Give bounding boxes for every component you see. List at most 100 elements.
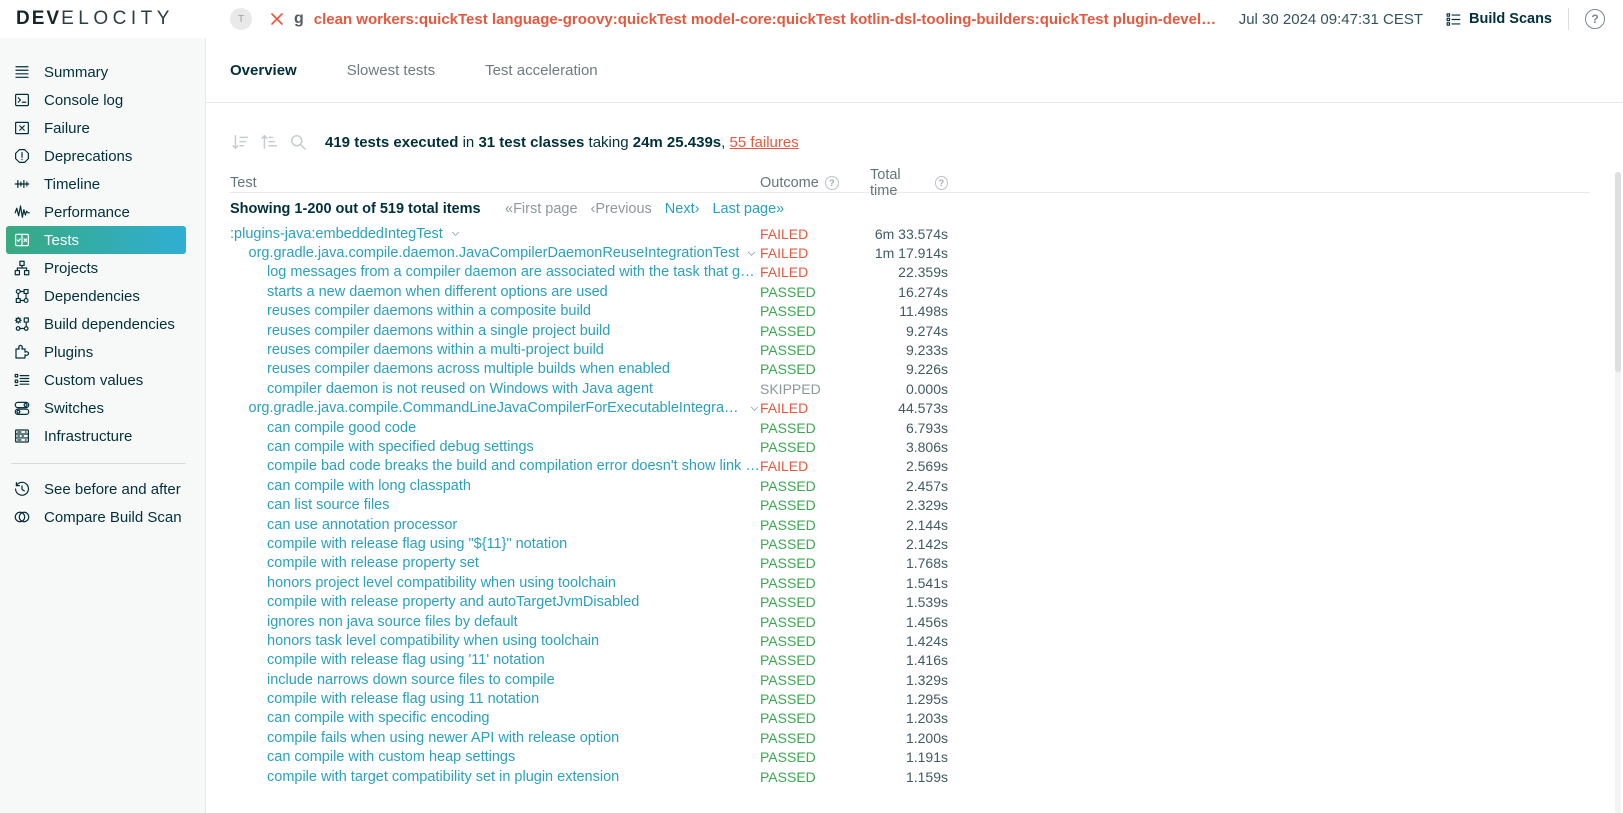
outcome-badge: PASSED (760, 769, 870, 785)
test-name-link[interactable]: can list source files (267, 497, 390, 513)
tab-overview[interactable]: Overview (230, 62, 297, 79)
sidebar-item-label: See before and after (44, 481, 181, 498)
test-name-link[interactable]: compile with target compatibility set in… (267, 769, 619, 785)
build-dependencies-icon (13, 315, 31, 333)
test-name-link[interactable]: reuses compiler daemons within a single … (267, 323, 610, 339)
test-name-link[interactable]: log messages from a compiler daemon are … (267, 264, 760, 280)
custom-values-icon (13, 371, 31, 389)
test-name-link[interactable]: reuses compiler daemons within a multi-p… (267, 342, 604, 358)
table-row: compile with release flag using 11 notat… (230, 689, 1590, 708)
test-name-link[interactable]: org.gradle.java.compile.CommandLineJavaC… (249, 400, 743, 416)
sidebar-item-plugins[interactable]: Plugins (0, 338, 186, 366)
total-time-value: 9.274s (870, 323, 948, 339)
total-time-value: 1.456s (870, 614, 948, 630)
test-name-link[interactable]: honors task level compatibility when usi… (267, 633, 599, 649)
table-row: can compile with long classpath PASSED 2… (230, 476, 1590, 495)
total-time-value: 2.329s (870, 497, 948, 513)
sidebar-item-performance[interactable]: Performance (0, 198, 186, 226)
sidebar-item-label: Compare Build Scan (44, 509, 182, 526)
avatar[interactable]: T (230, 8, 252, 30)
test-name-link[interactable]: can compile with specified debug setting… (267, 439, 534, 455)
test-name-link[interactable]: include narrows down source files to com… (267, 672, 555, 688)
sidebar-item-console-log[interactable]: Console log (0, 86, 186, 114)
outcome-badge: PASSED (760, 749, 870, 765)
tests-executed-count: 419 tests executed (325, 134, 458, 151)
test-name-link[interactable]: can compile with long classpath (267, 478, 471, 494)
test-name-link[interactable]: org.gradle.java.compile.daemon.JavaCompi… (249, 245, 740, 261)
help-icon[interactable]: ? (1585, 9, 1605, 29)
test-name-link[interactable]: starts a new daemon when different optio… (267, 284, 608, 300)
pagination-status: Showing 1-200 out of 519 total items (230, 201, 505, 217)
table-row: reuses compiler daemons within a multi-p… (230, 340, 1590, 359)
tab-slowest-tests[interactable]: Slowest tests (347, 62, 435, 79)
sort-descending-icon[interactable] (230, 132, 250, 152)
total-time-value: 1.768s (870, 555, 948, 571)
sidebar-item-timeline[interactable]: Timeline (0, 170, 186, 198)
outcome-badge: PASSED (760, 439, 870, 455)
test-rows: :plugins-java:embeddedIntegTest FAILED 6… (230, 224, 1590, 786)
outcome-badge: FAILED (760, 264, 870, 280)
total-time-help-icon[interactable]: ? (935, 176, 948, 190)
first-page-link[interactable]: «First page (505, 201, 578, 217)
chevron-down-icon[interactable] (746, 248, 757, 259)
test-name-link[interactable]: compile fails when using newer API with … (267, 730, 619, 746)
chevron-down-icon[interactable] (749, 403, 760, 414)
test-name-link[interactable]: reuses compiler daemons within a composi… (267, 303, 591, 319)
test-name-link[interactable]: can use annotation processor (267, 517, 457, 533)
scan-title[interactable]: clean workers:quickTest language-groovy:… (314, 11, 1225, 28)
sidebar-item-custom-values[interactable]: Custom values (0, 366, 186, 394)
performance-icon (13, 203, 31, 221)
outcome-badge: PASSED (760, 303, 870, 319)
test-name-link[interactable]: can compile with custom heap settings (267, 749, 515, 765)
outcome-help-icon[interactable]: ? (825, 176, 839, 190)
sidebar-item-tests[interactable]: Tests (6, 226, 186, 254)
test-name-link[interactable]: reuses compiler daemons across multiple … (267, 361, 670, 377)
total-time-value: 0.000s (870, 381, 948, 397)
test-name-link[interactable]: ignores non java source files by default (267, 614, 518, 630)
develocity-logo[interactable]: DEVELOCITY (0, 8, 206, 30)
test-name-link[interactable]: compile with release flag using 11 notat… (267, 691, 539, 707)
sidebar-item-compare-build-scan[interactable]: Compare Build Scan (0, 503, 186, 531)
test-name-link[interactable]: compiler daemon is not reused on Windows… (267, 381, 653, 397)
sidebar-item-deprecations[interactable]: Deprecations (0, 142, 186, 170)
outcome-badge: PASSED (760, 652, 870, 668)
test-name-link[interactable]: :plugins-java:embeddedIntegTest (230, 226, 443, 242)
last-page-link[interactable]: Last page» (712, 201, 784, 217)
tests-icon (13, 231, 31, 249)
sidebar-item-failure[interactable]: Failure (0, 114, 186, 142)
sidebar-item-dependencies[interactable]: Dependencies (0, 282, 186, 310)
build-scans-button[interactable]: Build Scans (1445, 11, 1552, 28)
outcome-badge: PASSED (760, 361, 870, 377)
failures-link[interactable]: 55 failures (730, 134, 799, 151)
table-row: can compile with custom heap settings PA… (230, 748, 1590, 767)
top-bar: DEVELOCITY T g clean workers:quickTest l… (0, 0, 1623, 38)
scrollbar-thumb[interactable] (1615, 172, 1621, 372)
test-name-link[interactable]: honors project level compatibility when … (267, 575, 616, 591)
sidebar-item-see-before-and-after[interactable]: See before and after (0, 475, 186, 503)
sort-ascending-icon[interactable] (259, 132, 279, 152)
test-name-link[interactable]: compile bad code breaks the build and co… (267, 458, 760, 474)
vertical-scrollbar[interactable] (1615, 172, 1621, 813)
previous-page-link[interactable]: ‹Previous (591, 201, 652, 217)
sidebar-item-label: Build dependencies (44, 316, 175, 333)
tab-test-acceleration[interactable]: Test acceleration (485, 62, 598, 79)
next-page-link[interactable]: Next› (665, 201, 700, 217)
table-row: reuses compiler daemons within a composi… (230, 302, 1590, 321)
test-name-link[interactable]: compile with release property and autoTa… (267, 594, 639, 610)
test-name-link[interactable]: compile with release property set (267, 555, 479, 571)
close-icon[interactable] (270, 12, 284, 26)
sidebar-item-projects[interactable]: Projects (0, 254, 186, 282)
chevron-down-icon[interactable] (450, 228, 461, 239)
sidebar-item-summary[interactable]: Summary (0, 58, 186, 86)
sidebar-item-label: Custom values (44, 372, 143, 389)
outcome-badge: PASSED (760, 536, 870, 552)
sidebar-item-switches[interactable]: Switches (0, 394, 186, 422)
sidebar-item-build-dependencies[interactable]: Build dependencies (0, 310, 186, 338)
test-name-link[interactable]: compile with release flag using '11' not… (267, 652, 545, 668)
sidebar: Summary Console log Failure Deprecations… (0, 38, 206, 813)
search-icon[interactable] (288, 132, 308, 152)
test-name-link[interactable]: can compile good code (267, 420, 416, 436)
test-name-link[interactable]: can compile with specific encoding (267, 710, 489, 726)
test-name-link[interactable]: compile with release flag using "${11}" … (267, 536, 567, 552)
sidebar-item-infrastructure[interactable]: Infrastructure (0, 422, 186, 450)
